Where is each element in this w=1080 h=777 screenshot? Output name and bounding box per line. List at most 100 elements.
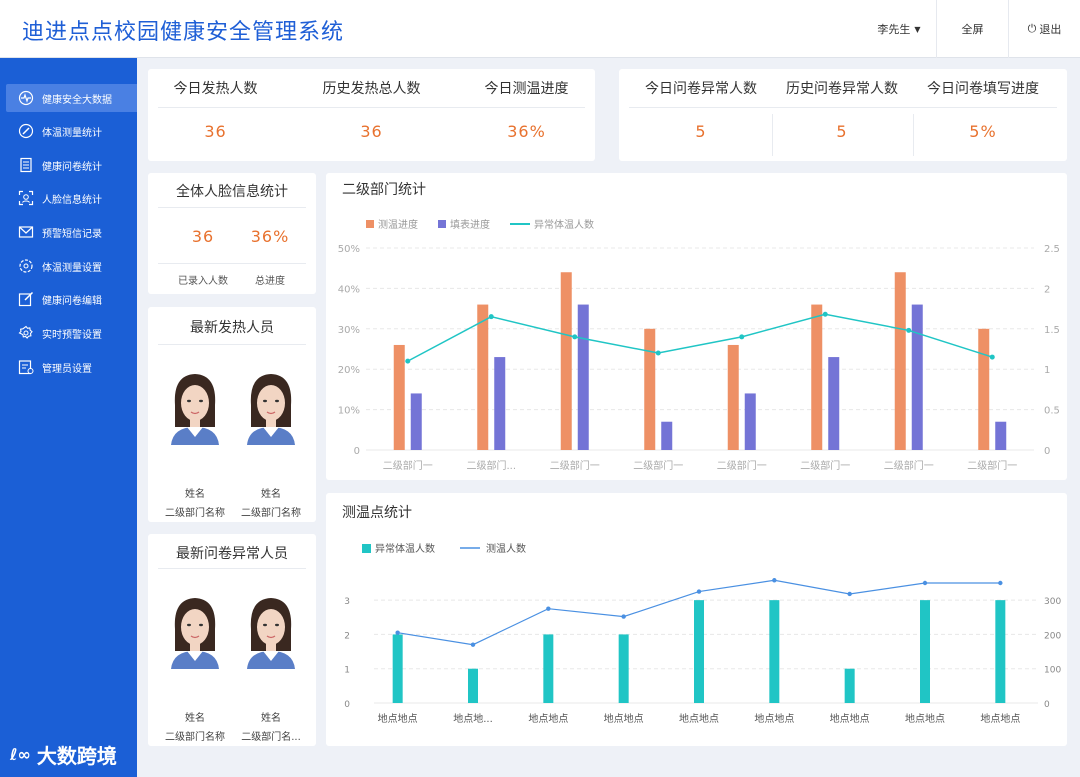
- bar-temp-progress: [644, 328, 656, 450]
- face-scan-icon: [18, 190, 34, 206]
- sidebar-item-label: 管理员设置: [42, 363, 92, 375]
- x-tick-label: 地点地...: [453, 712, 493, 725]
- sidebar-item-survey-edit[interactable]: 健康问卷编辑: [0, 285, 137, 313]
- face-progress-value: 36%: [250, 227, 290, 246]
- y-tick-right: 300: [1044, 597, 1061, 607]
- power-icon: ⏻: [1027, 22, 1037, 35]
- card-divider: [158, 344, 306, 345]
- line-point: [546, 606, 551, 611]
- legend-swatch: [366, 220, 374, 228]
- x-tick-label: 地点地点: [528, 712, 568, 725]
- y-tick-left: 2: [344, 631, 350, 641]
- edit-icon: [18, 123, 34, 139]
- y-tick-left: 0: [354, 446, 360, 457]
- total-abnormal-label: 历史问卷异常人数: [786, 81, 898, 97]
- heartbeat-icon: [18, 90, 34, 106]
- fever-people-card: 最新发热人员 姓名 二级部门名称 姓名 二级部门名称: [148, 307, 316, 522]
- sidebar-item-survey-stats[interactable]: 健康问卷统计: [0, 151, 137, 179]
- sidebar-item-label: 体温测量统计: [42, 127, 102, 139]
- person-photo: [167, 593, 223, 669]
- x-tick-label: 地点地点: [905, 712, 945, 725]
- x-tick-label: 二级部门一: [633, 459, 683, 472]
- x-tick-label: 二级部门一: [800, 459, 850, 472]
- brand-logo-text: 大数跨境: [36, 744, 117, 768]
- person-card[interactable]: 姓名 二级部门名称: [240, 369, 302, 519]
- sidebar: 健康安全大数据 体温测量统计 健康问卷统计 人脸信息统计 预警短信记录 体温测量…: [0, 58, 137, 777]
- stat-divider: [629, 107, 1057, 108]
- fullscreen-button[interactable]: 全屏: [936, 0, 1008, 58]
- x-tick-label: 地点地点: [754, 712, 794, 725]
- person-dept: 二级部门名称: [241, 508, 301, 519]
- sidebar-item-label: 体温测量设置: [42, 262, 102, 274]
- fever-people-title: 最新发热人员: [190, 320, 274, 336]
- x-tick-label: 地点地点: [980, 712, 1020, 725]
- bar-form-progress: [494, 357, 506, 450]
- bar-temp-progress: [894, 272, 906, 450]
- settings-icon: [18, 258, 34, 274]
- line-point: [998, 580, 1003, 586]
- sidebar-item-health-data[interactable]: 健康安全大数据: [6, 84, 137, 112]
- logout-button[interactable]: ⏻ 退出: [1008, 0, 1080, 58]
- y-tick-left: 50%: [338, 244, 360, 255]
- y-tick-left: 0: [344, 700, 350, 710]
- user-menu[interactable]: 李先生 ▼: [862, 0, 936, 58]
- face-progress-label: 总进度: [255, 276, 285, 287]
- admin-icon: [18, 359, 34, 375]
- line-point: [655, 350, 661, 356]
- line-point: [772, 578, 777, 583]
- face-count-value: 36: [191, 227, 215, 246]
- y-tick-left: 10%: [338, 406, 360, 417]
- person-card[interactable]: 姓名 二级部门名称: [164, 593, 226, 743]
- y-tick-right: 2.5: [1044, 244, 1060, 255]
- y-tick-left: 20%: [338, 365, 360, 376]
- y-tick-left: 30%: [338, 325, 360, 336]
- person-card[interactable]: 姓名 二级部门名称: [164, 369, 226, 519]
- sidebar-item-label: 预警短信记录: [42, 228, 102, 240]
- x-tick-label: 二级部门一: [383, 459, 433, 472]
- y-tick-right: 0.5: [1044, 406, 1060, 417]
- sidebar-item-sms-records[interactable]: 预警短信记录: [0, 218, 137, 246]
- x-tick-label: 二级部门一: [967, 459, 1017, 472]
- line-point: [395, 630, 400, 635]
- sidebar-item-face-stats[interactable]: 人脸信息统计: [0, 184, 137, 212]
- top-bar: 迪进点点校园健康安全管理系统 李先生 ▼ 全屏 ⏻ 退出: [0, 0, 1080, 58]
- person-name: 姓名: [261, 489, 281, 500]
- person-photo: [243, 369, 299, 445]
- x-tick-label: 二级部门一: [884, 459, 934, 472]
- today-abnormal-label: 今日问卷异常人数: [645, 81, 757, 97]
- line-point: [906, 327, 912, 333]
- person-name: 姓名: [185, 489, 205, 500]
- dept-chart-card: 二级部门统计 测温进度 填表进度 异常体温人数 0 10% 20% 30% 40% 50% 0 0.…: [326, 173, 1067, 480]
- y-tick-right: 100: [1044, 666, 1061, 676]
- survey-people-title: 最新问卷异常人员: [176, 546, 288, 562]
- temp-progress-value: 36%: [507, 122, 546, 141]
- bar-temp-progress: [477, 304, 489, 450]
- line-point: [488, 314, 494, 320]
- person-name: 姓名: [185, 713, 205, 724]
- person-card[interactable]: 姓名 二级部门名...: [240, 593, 302, 743]
- x-tick-label: 地点地点: [378, 712, 418, 725]
- compose-icon: [18, 291, 34, 307]
- today-abnormal-value: 5: [695, 122, 707, 141]
- legend-label: 异常体温人数: [375, 542, 435, 555]
- y-tick-left: 3: [344, 597, 350, 607]
- sidebar-item-label: 健康问卷统计: [42, 161, 102, 173]
- bar-form-progress: [744, 393, 756, 450]
- sidebar-item-temp-stats[interactable]: 体温测量统计: [0, 117, 137, 145]
- bar-temp-progress: [560, 272, 572, 450]
- face-stats-card: 全体人脸信息统计 36 36% 已录入人数 总进度: [148, 173, 316, 294]
- x-tick-label: 二级部门一: [550, 459, 600, 472]
- y-tick-left: 40%: [338, 284, 360, 295]
- sidebar-item-alert-settings[interactable]: 实时预警设置: [0, 319, 137, 347]
- card-divider: [158, 207, 306, 208]
- person-dept: 二级部门名...: [241, 732, 301, 743]
- x-tick-label: 二级部门...: [466, 459, 516, 472]
- point-chart-card: 测温点统计 异常体温人数 测温人数 0 1 2 3 0 100 200 300 地点地点 地点地...…: [326, 493, 1067, 746]
- x-tick-label: 地点地点: [679, 712, 719, 725]
- line-point: [989, 354, 995, 360]
- sidebar-item-admin-settings[interactable]: 管理员设置: [0, 353, 137, 381]
- y-tick-right: 2: [1044, 284, 1050, 295]
- legend-label: 填表进度: [450, 218, 490, 231]
- bar-abnormal-temp: [995, 600, 1006, 703]
- sidebar-item-temp-settings[interactable]: 体温测量设置: [0, 252, 137, 280]
